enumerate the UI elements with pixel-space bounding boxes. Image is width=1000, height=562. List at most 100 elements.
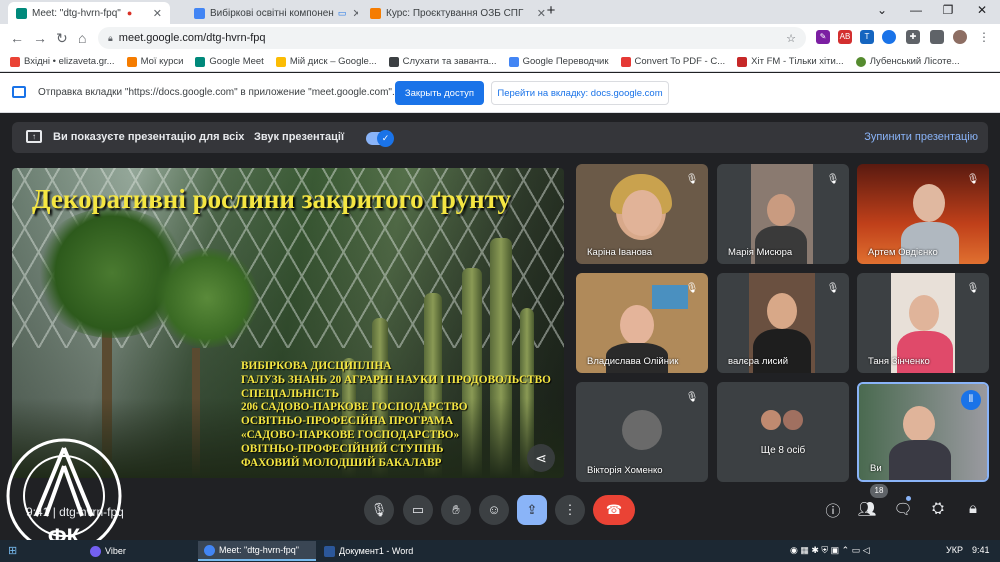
participant-tile[interactable]: 🎙︎ валєра лисий	[717, 273, 849, 373]
gmail-icon	[10, 56, 20, 67]
infobar-text: Отправка вкладки "https://docs.google.co…	[38, 87, 401, 98]
more-participants-tile[interactable]: Ще 8 осіб	[717, 382, 849, 482]
tab-course[interactable]: Курс: Проєктування ОЗБ СПГ ✕	[362, 2, 554, 24]
more-menu-icon[interactable]: ⋮	[977, 30, 991, 44]
palm-crown	[152, 248, 262, 348]
back-arrow-icon[interactable]: ←	[10, 30, 24, 46]
viber-icon	[90, 545, 101, 557]
bookmark-item[interactable]: Мій диск – Google...	[275, 56, 377, 67]
home-icon[interactable]: ⌂	[78, 30, 86, 46]
new-tab-button[interactable]: +	[541, 2, 561, 19]
meet-icon	[16, 7, 27, 19]
present-now-button[interactable]: ⇪	[517, 495, 547, 525]
bookmark-item[interactable]: Слухати та заванта...	[388, 56, 497, 67]
taskbar-viber[interactable]: Viber	[84, 541, 132, 561]
translate-icon	[508, 56, 519, 67]
end-call-button[interactable]: ☎︎	[593, 495, 635, 525]
window-close-button[interactable]: ✕	[972, 3, 992, 17]
meet-icon	[195, 56, 206, 67]
tray-icons[interactable]: ◉ ▦ ✱ ⛨ ▣ ⌃ ▭ ◁	[790, 545, 870, 556]
windows-start-icon[interactable]: ⊞	[8, 544, 17, 557]
tab-search-button[interactable]: ⌄	[872, 3, 892, 17]
close-icon[interactable]: ✕	[147, 7, 162, 20]
taskbar-chrome[interactable]: Meet: "dtg-hvrn-fpq"	[198, 541, 316, 561]
extension-translate-icon[interactable]: T	[860, 30, 874, 44]
sidepanel-icon[interactable]	[930, 30, 944, 44]
taskbar-word[interactable]: Документ1 - Word	[318, 541, 436, 561]
chat-icon[interactable]: 🗨︎	[893, 500, 913, 518]
bookmarks-bar: Вхідні • elizaveta.gr... Мої курси Googl…	[0, 52, 1000, 72]
participant-name: Вікторія Хоменко	[587, 465, 663, 476]
bookmark-item[interactable]: Convert To PDF - C...	[620, 56, 725, 67]
mic-off-icon: 🎙︎	[685, 283, 699, 294]
participant-tile[interactable]: 🎙︎ Артем Овдієнко	[857, 164, 989, 264]
participant-tile[interactable]: 🎙︎ Марія Мисюра	[717, 164, 849, 264]
self-tile[interactable]: ⦀ Ви	[857, 382, 989, 482]
puzzle-icon[interactable]: ✚	[906, 30, 920, 44]
minimize-button[interactable]: —	[906, 3, 926, 17]
radio-icon	[737, 56, 748, 67]
participant-tile[interactable]: 🎙︎ Таня Зінченко	[857, 273, 989, 373]
more-participants-label: Ще 8 осіб	[760, 445, 806, 456]
presentation-bar: ↑ Ви показуєте презентацію для всіх Звук…	[12, 122, 988, 153]
stop-sharing-button[interactable]: Закрыть доступ	[395, 81, 484, 105]
taskbar-clock[interactable]: 9:41	[972, 545, 990, 555]
raise-hand-button[interactable]: ✋︎	[441, 495, 471, 525]
camera-button[interactable]: ▭	[403, 495, 433, 525]
check-icon: ✓	[377, 130, 394, 147]
host-controls-icon[interactable]: 🔒︎	[963, 500, 983, 517]
slide-line: ФАХОВИЙ МОЛОДШИЙ БАКАЛАВР	[241, 456, 442, 469]
bookmark-item[interactable]: Хіт FM - Тільки хіти...	[737, 56, 844, 67]
speaking-icon: ⦀	[961, 390, 981, 410]
tab-meet[interactable]: Meet: "dtg-hvrn-fpq" ● ✕	[8, 2, 170, 24]
moodle-icon	[370, 7, 381, 19]
extension-circle-icon[interactable]	[882, 30, 896, 44]
close-icon[interactable]: ✕	[346, 7, 358, 20]
tab-sharing-infobar: Отправка вкладки "https://docs.google.co…	[0, 73, 1000, 113]
profile-avatar[interactable]	[953, 30, 967, 44]
sound-label: Звук презентації	[254, 131, 345, 143]
participant-tile[interactable]: 🎙︎ Владислава Олійник	[576, 273, 708, 373]
mic-off-icon: 🎙︎	[685, 174, 699, 185]
slide-line: ГАЛУЗЬ ЗНАНЬ 20 АГРАРНІ НАУКИ І ПРОДОВОЛ…	[241, 373, 551, 386]
share-icon[interactable]: ⋖	[527, 444, 555, 472]
stop-presenting-button[interactable]: Зупинити презентацію	[864, 131, 978, 143]
url-input[interactable]: 🔒︎ meet.google.com/dtg-hvrn-fpq ☆	[98, 27, 806, 49]
bookmark-item[interactable]: Мої курси	[126, 56, 183, 67]
microphone-button[interactable]: 🎙︎	[364, 495, 394, 525]
presenting-text: Ви показуєте презентацію для всіх	[53, 131, 245, 143]
emoji-button[interactable]: ☺	[479, 495, 509, 525]
extension-pen-icon[interactable]: ✎	[816, 30, 830, 44]
mic-off-icon: 🎙︎	[826, 174, 840, 185]
participant-name: Владислава Олійник	[587, 356, 679, 367]
windows-taskbar: ⊞ Viber Meet: "dtg-hvrn-fpq" Документ1 -…	[0, 540, 1000, 562]
reload-icon[interactable]: ↻	[56, 30, 68, 47]
participant-name: Каріна Іванова	[587, 247, 652, 258]
bookmark-item[interactable]: Google Переводчик	[508, 56, 609, 67]
info-icon[interactable]: ⓘ	[823, 500, 843, 521]
people-icon[interactable]: 👥︎	[857, 500, 877, 518]
bookmark-item[interactable]: Лубенський Лісоте...	[855, 56, 960, 67]
participant-body	[755, 226, 807, 264]
switch-tab-button[interactable]: Перейти на вкладку: docs.google.com	[491, 81, 669, 105]
tab-label: Вибіркові освітні компонен	[210, 7, 334, 19]
maximize-button[interactable]: ❐	[938, 3, 958, 17]
more-options-button[interactable]: ⋮	[555, 495, 585, 525]
share-screen-icon	[12, 86, 26, 98]
cast-icon: ▭	[337, 7, 347, 18]
tab-docs[interactable]: Вибіркові освітні компонен ▭ ✕	[186, 2, 358, 24]
participant-tile[interactable]: 🎙︎ Вікторія Хоменко	[576, 382, 708, 482]
star-icon[interactable]: ☆	[786, 32, 796, 45]
language-indicator[interactable]: УКР	[946, 545, 963, 555]
activities-icon[interactable]: ⛭	[928, 500, 948, 517]
bookmark-item[interactable]: Google Meet	[195, 56, 264, 67]
participant-face	[767, 293, 797, 329]
extension-adblock-icon[interactable]: AB	[838, 30, 852, 44]
participant-tile[interactable]: 🎙︎ Каріна Іванова	[576, 164, 708, 264]
drive-icon	[275, 56, 286, 67]
sound-toggle[interactable]: ✓	[366, 130, 394, 147]
participant-face	[909, 295, 939, 331]
bookmark-item[interactable]: Вхідні • elizaveta.gr...	[10, 56, 115, 67]
participant-name: Ви	[870, 463, 882, 474]
forward-arrow-icon[interactable]: →	[33, 30, 47, 46]
